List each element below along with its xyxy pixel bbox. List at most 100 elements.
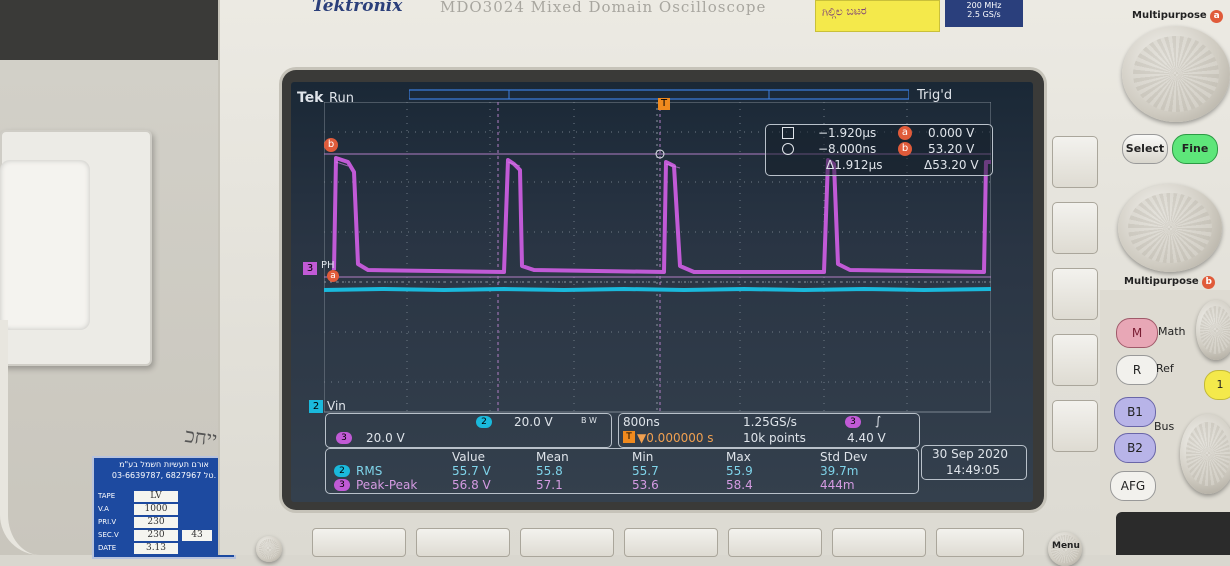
bus-b2-button[interactable]: B2: [1114, 433, 1156, 463]
handwritten-sticker: ಗಿಲ್ಗಿಲ ಬಟರ: [815, 0, 940, 32]
meas-pkpk-stddev: 444m: [820, 478, 855, 492]
bottom-menu-button-4[interactable]: [624, 528, 718, 557]
label-row-value2: 43: [182, 530, 212, 541]
ch2-badge: 2: [476, 416, 492, 428]
label-row-name: DATE: [98, 544, 117, 552]
side-menu-button-1[interactable]: [1052, 136, 1098, 188]
meas-pkpk-name: Peak-Peak: [356, 478, 418, 492]
timebase-panel[interactable]: 800ns 1.25GS/s 3 ∫ T ▼0.000000 s 10k poi…: [618, 413, 920, 448]
edge-knob-bottom[interactable]: [1180, 414, 1230, 494]
ch2-label: Vin: [327, 399, 346, 413]
ch2-ground-marker: 2: [309, 400, 323, 413]
meas-pkpk-max: 58.4: [726, 478, 753, 492]
channel-1-button[interactable]: 1: [1204, 370, 1230, 400]
trigger-state: Trig'd: [917, 88, 953, 103]
time: 14:49:05: [946, 463, 1000, 477]
power-cable: [0, 320, 48, 555]
trigger-position-marker: T: [658, 98, 670, 110]
ch3-badge: 3: [336, 432, 352, 444]
model-name: MDO3024 Mixed Domain Oscilloscope: [440, 0, 767, 16]
meas-rms-min: 55.7: [632, 464, 659, 478]
label-row-name: PRI.V: [98, 518, 117, 526]
menu-label: Menu: [1052, 541, 1080, 551]
label-row: SEC.V 230 43: [98, 530, 228, 542]
label-row-name: TAPE: [98, 492, 116, 500]
meas-header-max: Max: [726, 450, 751, 464]
label-row-value: LV: [134, 491, 178, 502]
trigger-level: 4.40 V: [847, 431, 886, 445]
ref-label: Ref: [1156, 362, 1174, 375]
cursor-a-marker: a: [327, 270, 339, 282]
ch3-scale: 20.0 V: [366, 431, 405, 445]
ch2-bandwidth-limit: B W: [581, 416, 597, 425]
afg-button[interactable]: AFG: [1110, 471, 1156, 501]
bus-label: Bus: [1154, 420, 1175, 433]
math-label: Math: [1158, 325, 1186, 338]
multipurpose-b-text: Multipurpose: [1124, 276, 1199, 287]
bottom-menu-button-2[interactable]: [416, 528, 510, 557]
bottom-menu-button-6[interactable]: [832, 528, 926, 557]
multipurpose-b-letter: b: [1202, 276, 1216, 289]
bottom-menu-button-5[interactable]: [728, 528, 822, 557]
cursor-a-time: −1.920µs: [818, 126, 877, 140]
spec-sample-rate: 2.5 GS/s: [967, 10, 1001, 19]
horizontal-offset: ▼0.000000 s: [637, 431, 714, 445]
meas-rms-max: 55.9: [726, 464, 753, 478]
cursor-a-badge: a: [898, 126, 912, 140]
date: 30 Sep 2020: [932, 447, 1009, 461]
brand-logo: Tektronix: [312, 0, 403, 16]
measurement-panel: Value Mean Min Max Std Dev 2 RMS 55.7 V …: [325, 448, 919, 494]
tek-logo: Tek: [297, 90, 324, 106]
meas-rms-stddev: 39.7m: [820, 464, 859, 478]
cursor-a-volt: 0.000 V: [928, 126, 975, 140]
datetime-panel: 30 Sep 2020 14:49:05: [921, 445, 1027, 480]
bottom-menu-button-1[interactable]: [312, 528, 406, 557]
cursor-b-time: −8.000ns: [818, 142, 877, 156]
multipurpose-a-knob[interactable]: [1122, 26, 1230, 122]
scope-screen: Tek Run Trig'd T b 3 PH a 2 Vin −1.920µs…: [291, 82, 1033, 502]
cursor-square-icon: [782, 127, 794, 139]
ref-button[interactable]: R: [1116, 355, 1158, 385]
ch3-ground-marker: 3: [303, 262, 317, 275]
bottom-left-button[interactable]: [256, 536, 282, 562]
side-menu-button-3[interactable]: [1052, 268, 1098, 320]
channel-scale-panel[interactable]: 2 20.0 V B W 3 20.0 V: [325, 413, 612, 448]
cursor-delta-time: Δ1.912µs: [826, 158, 883, 172]
fine-button[interactable]: Fine: [1172, 134, 1218, 164]
meas-pkpk-value: 56.8 V: [452, 478, 491, 492]
trigger-source-badge: 3: [845, 416, 861, 428]
label-row: PRI.V 230: [98, 517, 228, 529]
label-row-value: 230: [134, 517, 178, 528]
multipurpose-a-label: Multipurpose a: [1132, 10, 1224, 23]
meas-header-min: Min: [632, 450, 654, 464]
side-menu-button-5[interactable]: [1052, 400, 1098, 452]
label-row-name: SEC.V: [98, 531, 119, 539]
meas-rms-value: 55.7 V: [452, 464, 491, 478]
math-button[interactable]: M: [1116, 318, 1158, 348]
record-length: 10k points: [743, 431, 806, 445]
multipurpose-b-knob[interactable]: [1118, 184, 1222, 272]
meas-rms-mean: 55.8: [536, 464, 563, 478]
cursor-b-marker: b: [324, 138, 338, 152]
cursor-b-badge: b: [898, 142, 912, 156]
side-menu-button-2[interactable]: [1052, 202, 1098, 254]
meas-ch2-badge: 2: [334, 465, 350, 477]
label-company: אורם תעשיות חשמל בע"מ: [119, 460, 209, 469]
time-per-division: 800ns: [623, 415, 660, 429]
meas-rms-name: RMS: [356, 464, 383, 478]
meas-header-stddev: Std Dev: [820, 450, 868, 464]
meas-ch3-badge: 3: [334, 479, 350, 491]
select-button[interactable]: Select: [1122, 134, 1168, 164]
spec-bandwidth: 200 MHz: [966, 1, 1002, 10]
bus-b1-button[interactable]: B1: [1114, 397, 1156, 427]
label-phone: 03-6639787, 6827967 טל.: [111, 471, 217, 480]
usb-device: [1116, 512, 1230, 555]
bottom-menu-button-3[interactable]: [520, 528, 614, 557]
label-row-value: 1000: [134, 504, 178, 515]
ch2-scale: 20.0 V: [514, 415, 553, 429]
side-menu-button-4[interactable]: [1052, 334, 1098, 386]
trigger-slope-icon: ∫: [875, 414, 882, 428]
ch2-waveform: [324, 286, 991, 293]
edge-knob-top[interactable]: [1196, 300, 1230, 360]
bottom-menu-button-7[interactable]: [936, 528, 1024, 557]
